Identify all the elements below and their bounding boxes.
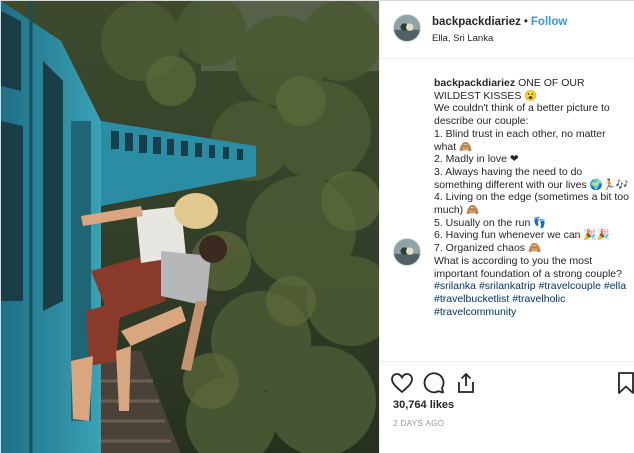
post-details-panel: backpackdiariez • Follow Ella, Sri Lanka b…: [379, 1, 634, 453]
hashtag-link[interactable]: #travelcommunity: [434, 306, 516, 318]
hashtag-link[interactable]: #travelcouple: [538, 280, 600, 292]
caption-line: 3. Always having the need to do somethin…: [434, 165, 629, 191]
post-photo[interactable]: [1, 1, 379, 453]
hashtag-link[interactable]: #travelbucketlist: [434, 293, 509, 305]
caption-avatar[interactable]: [393, 238, 421, 266]
post-timestamp[interactable]: 2 DAYS AGO: [393, 419, 444, 428]
caption-line: 1. Blind trust in each other, no matter …: [434, 127, 606, 153]
speech-bubble-icon: [423, 372, 445, 394]
author-username[interactable]: backpackdiariez: [432, 16, 521, 28]
share-upload-icon: [458, 372, 474, 393]
author-avatar[interactable]: [393, 14, 421, 42]
hashtag-link[interactable]: #travelholic: [512, 293, 565, 305]
caption-line: 5. Usually on the run 👣: [434, 216, 547, 229]
caption-line: 7. Organized chaos 🙈: [434, 242, 542, 255]
post-actions: 30,764 likes 2 DAYS AGO: [380, 361, 634, 453]
train-couple-image: [1, 1, 379, 453]
caption-line: 6. Having fun whenever we can 🎉🎉: [434, 229, 610, 242]
save-button[interactable]: [614, 371, 634, 395]
separator-dot: •: [523, 16, 528, 28]
follow-button[interactable]: Follow: [531, 16, 567, 28]
bookmark-icon: [618, 372, 634, 394]
like-button[interactable]: [390, 371, 414, 395]
heart-icon: [391, 373, 413, 394]
profile-picture-icon: [394, 239, 420, 265]
share-button[interactable]: [454, 371, 478, 395]
caption-username[interactable]: backpackdiariez: [434, 77, 515, 89]
post-header: backpackdiariez • Follow Ella, Sri Lanka: [380, 1, 634, 59]
post-caption: backpackdiariez ONE OF OUR WILDEST KISSE…: [434, 77, 630, 318]
comments-area[interactable]: backpackdiariez ONE OF OUR WILDEST KISSE…: [380, 59, 634, 361]
caption-line: 4. Living on the edge (sometimes a bit t…: [434, 191, 629, 217]
post-location[interactable]: Ella, Sri Lanka: [432, 33, 493, 44]
likes-count[interactable]: 30,764 likes: [393, 399, 454, 411]
caption-line: 2. Madly in love ❤: [434, 153, 519, 166]
caption-line: We couldn't think of a better picture to…: [434, 102, 610, 128]
hashtag-link[interactable]: #ella: [604, 280, 626, 292]
instagram-post: backpackdiariez • Follow Ella, Sri Lanka b…: [0, 0, 634, 453]
caption-line: What is according to you the most import…: [434, 255, 630, 319]
header-user-line: backpackdiariez • Follow: [432, 16, 567, 28]
hashtag-link[interactable]: #srilanka: [434, 280, 476, 292]
comment-button[interactable]: [422, 371, 446, 395]
caption-question: What is according to you the most import…: [434, 254, 622, 280]
profile-picture-icon: [394, 15, 420, 41]
caption-line: backpackdiariez ONE OF OUR WILDEST KISSE…: [434, 77, 630, 102]
hashtag-link[interactable]: #srilankatrip: [479, 280, 536, 292]
